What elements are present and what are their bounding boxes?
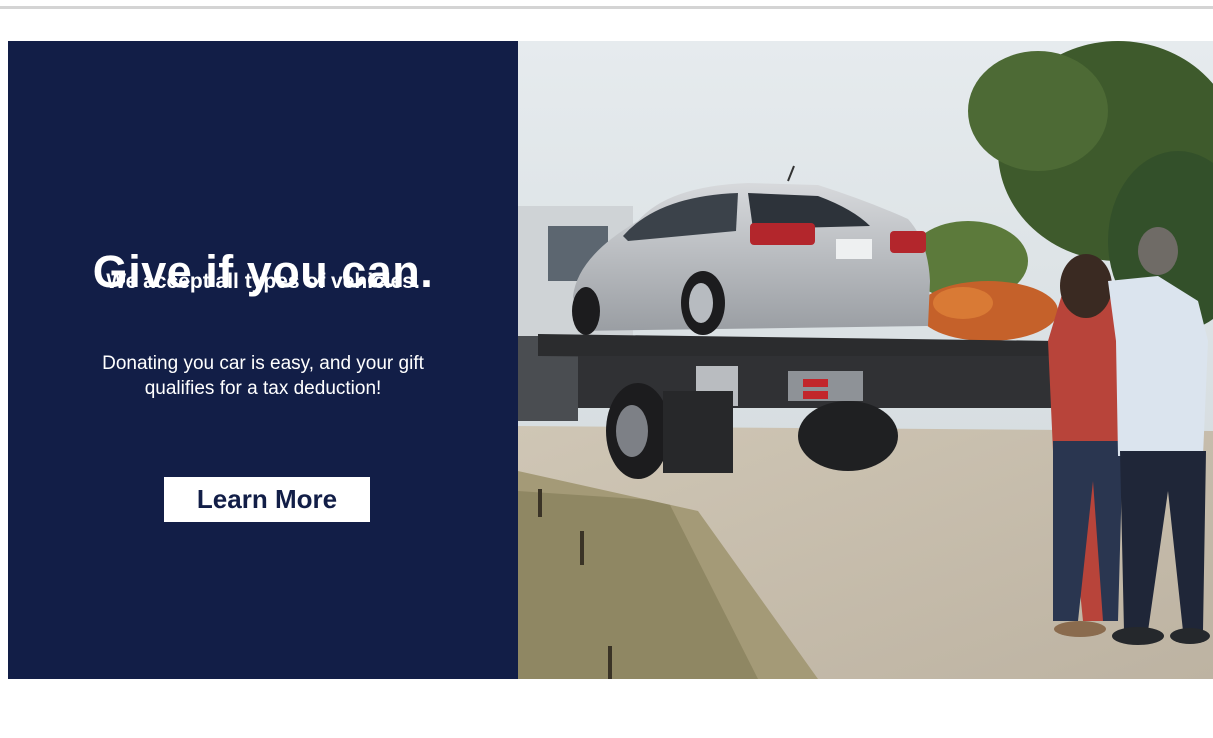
tow-truck-photo	[518, 41, 1213, 679]
top-divider	[0, 6, 1213, 9]
promo-text-panel: Give if you can. We accept all types of …	[8, 41, 518, 679]
donation-promo-banner: Give if you can. We accept all types of …	[8, 41, 1213, 679]
promo-body: Donating you car is easy, and your gift …	[102, 353, 424, 399]
promo-subheadline: We accept all types of vehicles.	[106, 270, 420, 293]
learn-more-button[interactable]: Learn More	[164, 477, 370, 522]
